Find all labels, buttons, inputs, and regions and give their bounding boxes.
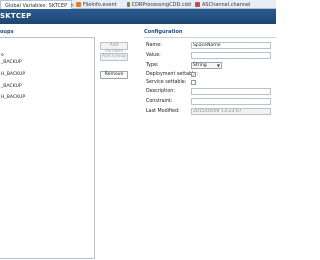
service-settable-checkbox[interactable] <box>191 80 196 85</box>
tab-label: FileInfo.event <box>83 1 117 8</box>
description-label: Description: <box>146 89 175 94</box>
type-label: Type: <box>146 63 159 68</box>
tree-item[interactable]: _BACKUP <box>1 84 22 89</box>
last-modified-field: 2015/04/09 13:23:07 <box>191 108 271 115</box>
add-variable-button[interactable]: Add Variable <box>100 42 128 54</box>
cdd-file-icon <box>127 2 130 7</box>
tree-item[interactable]: e <box>1 53 4 58</box>
variables-tree[interactable]: e _BACKUP H_BACKUP _BACKUP H_BACKUP <box>0 37 95 259</box>
tree-item[interactable]: H_BACKUP <box>1 72 25 77</box>
tab-label: ASChannel.channel <box>202 1 251 8</box>
name-field[interactable]: SpaceName <box>191 42 271 49</box>
constraint-field[interactable] <box>191 98 271 105</box>
tab-cdd[interactable]: CDRProcessingCDD.cdd <box>125 0 191 9</box>
value-label: Value: <box>146 53 161 58</box>
editor-title-bar: SKTCEP <box>0 9 276 24</box>
page-title: SKTCEP <box>0 12 32 20</box>
event-icon <box>76 2 81 7</box>
deployment-settable-checkbox[interactable]: ✓ <box>191 72 196 77</box>
configuration-header: Configuration <box>144 29 183 35</box>
name-label: Name: <box>146 43 162 48</box>
type-select-value: String <box>193 63 207 68</box>
tree-item[interactable]: _BACKUP <box>1 60 22 65</box>
tab-fileinfo-event[interactable]: FileInfo.event <box>74 0 124 9</box>
type-select[interactable]: String ▼ <box>191 62 222 69</box>
tree-item[interactable]: H_BACKUP <box>1 95 25 100</box>
channel-icon <box>195 2 200 7</box>
editor-tab-bar: Global Variables: SKTCEP ✕ FileInfo.even… <box>0 0 276 10</box>
add-group-button[interactable]: Add Group <box>100 53 128 61</box>
chevron-down-icon: ▼ <box>216 63 220 68</box>
checkmark-icon: ✓ <box>192 72 196 77</box>
remove-button[interactable]: Remove <box>100 71 128 79</box>
service-settable-label: Service settable: <box>146 80 187 85</box>
groups-section-header: oups <box>0 29 14 35</box>
configuration-divider <box>144 37 276 38</box>
description-field[interactable] <box>191 88 271 95</box>
last-modified-label: Last Modified: <box>146 109 180 114</box>
tab-aschannel[interactable]: ASChannel.channel <box>193 0 259 9</box>
tab-label: Global Variables: SKTCEP <box>5 2 68 9</box>
value-field[interactable] <box>191 52 271 59</box>
constraint-label: Constraint: <box>146 99 173 104</box>
tab-label: CDRProcessingCDD.cdd <box>131 1 191 8</box>
